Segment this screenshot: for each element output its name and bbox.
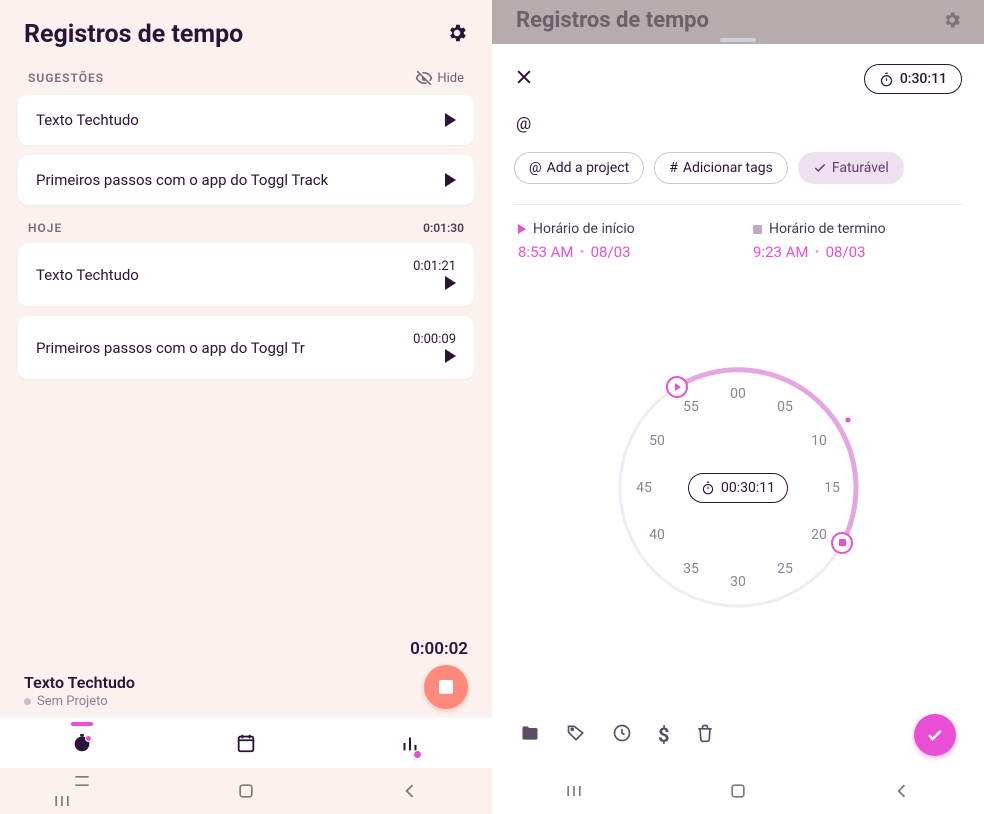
gear-icon [942, 10, 962, 34]
tick: 35 [676, 561, 706, 577]
indicator-dot [846, 417, 851, 422]
end-time-block[interactable]: Horário de termino 9:23 AM•08/03 [753, 221, 958, 261]
play-icon[interactable] [445, 173, 456, 187]
divider [514, 204, 962, 205]
play-icon[interactable] [445, 113, 456, 127]
close-button[interactable] [514, 67, 534, 92]
eye-off-icon [415, 69, 433, 87]
entry-duration: 0:01:21 [413, 259, 456, 274]
confirm-button[interactable] [914, 714, 956, 756]
running-title: Texto Techtudo [24, 673, 135, 692]
stopwatch-icon [879, 72, 894, 87]
start-label: Horário de início [533, 221, 635, 237]
today-heading: HOJE [28, 221, 62, 235]
tick: 25 [770, 561, 800, 577]
suggestions-heading: SUGESTÕES [28, 71, 104, 85]
recent-apps-icon[interactable] [564, 781, 584, 801]
time-entry[interactable]: Primeiros passos com o app do Toggl Tr 0… [18, 316, 474, 379]
stop-icon [439, 680, 453, 694]
running-project: Sem Projeto [37, 694, 108, 709]
chip-label: Add a project [547, 160, 630, 176]
check-icon [813, 161, 827, 175]
end-handle[interactable] [831, 532, 853, 554]
today-total: 0:01:30 [423, 221, 464, 235]
wheel-duration-pill[interactable]: 00:30:11 [688, 473, 788, 503]
add-project-chip[interactable]: @ Add a project [514, 152, 644, 184]
running-elapsed: 0:00:02 [410, 639, 468, 659]
suggestion-item[interactable]: Texto Techtudo [18, 95, 474, 145]
hide-label: Hide [437, 71, 464, 86]
add-tags-chip[interactable]: # Adicionar tags [654, 152, 788, 184]
entry-title: Primeiros passos com o app do Toggl Tr [36, 339, 305, 357]
tab-calendar[interactable] [235, 732, 257, 758]
tick: 05 [770, 399, 800, 415]
play-icon[interactable] [445, 349, 456, 363]
sheet-grabber[interactable] [720, 38, 756, 42]
play-icon [675, 383, 681, 391]
system-nav [0, 768, 492, 814]
tick: 50 [642, 433, 672, 449]
hide-suggestions-button[interactable]: Hide [415, 69, 464, 87]
system-nav [492, 768, 984, 814]
chip-label: Adicionar tags [683, 160, 773, 176]
wheel-duration-value: 00:30:11 [721, 480, 775, 496]
stop-button[interactable] [424, 665, 468, 709]
tag-icon[interactable] [566, 723, 586, 747]
tick: 10 [804, 433, 834, 449]
duration-pill[interactable]: 0:30:11 [864, 64, 962, 94]
end-date: 08/03 [826, 243, 866, 261]
dim-title: Registros de tempo [516, 8, 709, 33]
tick: 55 [676, 399, 706, 415]
back-icon[interactable] [400, 781, 420, 801]
project-dot-icon [24, 698, 31, 705]
end-time: 9:23 AM [753, 243, 809, 261]
tab-reports[interactable] [399, 732, 421, 758]
tick: 40 [642, 527, 672, 543]
suggestion-item[interactable]: Primeiros passos com o app do Toggl Trac… [18, 155, 474, 205]
stopwatch-icon [701, 481, 715, 495]
start-time: 8:53 AM [518, 243, 574, 261]
stop-icon [839, 539, 846, 546]
end-label: Horário de termino [769, 221, 886, 237]
duration-wheel[interactable]: 00 05 10 15 20 25 30 35 40 45 50 55 00:3… [608, 358, 868, 618]
delete-icon[interactable] [695, 723, 715, 747]
tick: 30 [723, 574, 753, 590]
clock-icon[interactable] [612, 723, 632, 747]
check-icon [925, 725, 945, 745]
entry-title: Texto Techtudo [36, 266, 139, 284]
folder-icon[interactable] [520, 723, 540, 747]
running-timer-bar[interactable]: Texto Techtudo Sem Projeto 0:00:02 [0, 639, 492, 717]
billable-icon[interactable]: $ [658, 723, 669, 747]
play-icon [518, 224, 526, 234]
settings-icon[interactable] [446, 22, 468, 48]
duration-value: 0:30:11 [900, 71, 947, 87]
billable-chip[interactable]: Faturável [798, 152, 904, 184]
tick: 00 [723, 386, 753, 402]
stop-icon [753, 225, 762, 234]
play-icon[interactable] [445, 276, 456, 290]
tick: 45 [629, 480, 659, 496]
start-time-block[interactable]: Horário de início 8:53 AM•08/03 [518, 221, 723, 261]
start-date: 08/03 [591, 243, 631, 261]
chip-label: Faturável [832, 160, 889, 176]
description-input[interactable]: @ [514, 108, 962, 152]
home-icon[interactable] [728, 781, 748, 801]
recent-apps-icon[interactable] [72, 771, 92, 811]
start-handle[interactable] [666, 376, 688, 398]
home-icon[interactable] [236, 781, 256, 801]
back-icon[interactable] [892, 781, 912, 801]
suggestion-title: Texto Techtudo [36, 111, 139, 129]
tick: 15 [817, 480, 847, 496]
page-title: Registros de tempo [24, 20, 243, 49]
entry-duration: 0:00:09 [413, 332, 456, 347]
suggestion-title: Primeiros passos com o app do Toggl Trac… [36, 171, 328, 189]
tick: 20 [804, 527, 834, 543]
time-entry[interactable]: Texto Techtudo 0:01:21 [18, 243, 474, 306]
tab-timer[interactable] [71, 732, 93, 758]
